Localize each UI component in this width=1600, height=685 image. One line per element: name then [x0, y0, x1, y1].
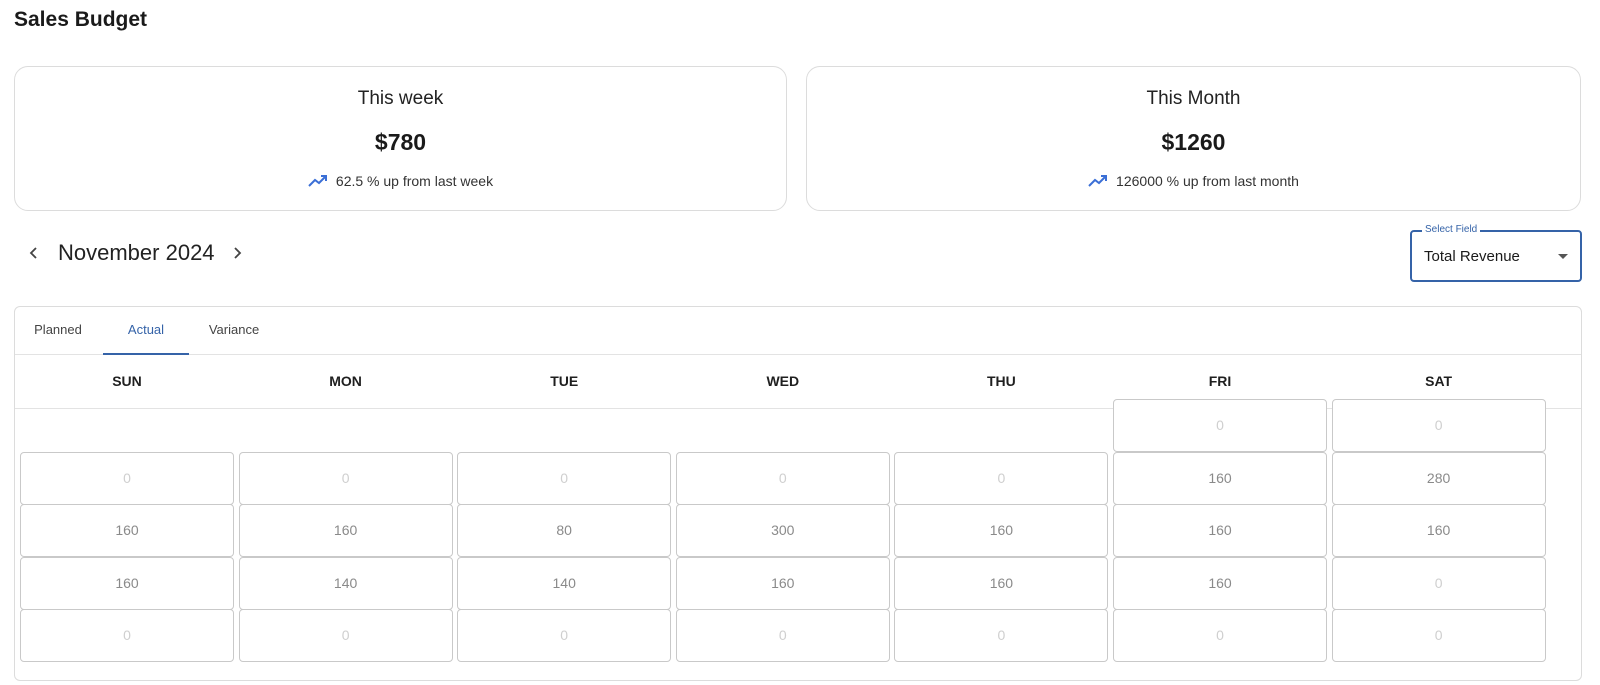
- day-value-cell[interactable]: 0: [1113, 609, 1327, 662]
- day-value-cell[interactable]: 160: [1113, 556, 1327, 610]
- day-header-thu: THU: [987, 373, 1016, 389]
- day-value-cell[interactable]: 0: [238, 609, 453, 662]
- this-month-card: This Month $1260 126000 % up from last m…: [806, 66, 1581, 211]
- select-field-dropdown[interactable]: Select Field Total Revenue: [1410, 224, 1582, 282]
- this-week-label: This week: [357, 88, 444, 109]
- day-value-cell[interactable]: 300: [675, 504, 890, 557]
- day-value-cell[interactable]: 0: [1331, 399, 1546, 452]
- day-header-wed: WED: [766, 373, 800, 389]
- day-header-tue: TUE: [550, 373, 579, 389]
- month-navigator: November 2024: [24, 240, 247, 266]
- day-value-cell[interactable]: 160: [20, 556, 234, 610]
- trending-up-icon: [308, 175, 327, 187]
- day-value-cell[interactable]: 0: [675, 609, 890, 662]
- day-header-sun: SUN: [112, 373, 142, 389]
- caret-down-icon: [1558, 254, 1568, 259]
- select-field-label: Select Field: [1422, 224, 1481, 235]
- day-value-cell[interactable]: 140: [457, 556, 672, 610]
- this-month-trend: 126000 % up from last month: [807, 173, 1580, 189]
- tab-variance[interactable]: Variance: [191, 307, 277, 355]
- day-value-cell[interactable]: 0: [894, 451, 1109, 505]
- day-value-cell[interactable]: 160: [20, 504, 234, 557]
- day-value-cell[interactable]: 0: [20, 609, 234, 662]
- day-value-cell[interactable]: 160: [1113, 504, 1327, 557]
- day-value-cell[interactable]: 160: [1331, 504, 1546, 557]
- trending-up-icon: [1088, 175, 1108, 187]
- this-month-label: This Month: [1146, 88, 1241, 109]
- day-header-mon: MON: [329, 373, 362, 389]
- day-value-cell[interactable]: 0: [20, 451, 234, 505]
- this-month-value: $1260: [1161, 129, 1226, 155]
- calendar-panel: Planned Actual Variance SUN MON TUE WED THU F…: [14, 306, 1582, 681]
- chevron-left-icon[interactable]: [24, 243, 44, 263]
- tab-planned[interactable]: Planned: [21, 307, 95, 355]
- day-value-cell[interactable]: 80: [457, 504, 672, 557]
- day-value-cell[interactable]: 0: [457, 609, 672, 662]
- tab-bar: Planned Actual Variance: [15, 307, 1581, 355]
- day-value-cell[interactable]: 160: [238, 504, 453, 557]
- day-value-cell[interactable]: 280: [1331, 451, 1546, 505]
- page-title: Sales Budget: [14, 8, 148, 31]
- day-value-cell[interactable]: 160: [894, 556, 1109, 610]
- day-value-cell[interactable]: 0: [1113, 399, 1327, 452]
- select-field-value: Total Revenue: [1424, 248, 1520, 265]
- day-value-cell[interactable]: 0: [894, 609, 1109, 662]
- day-value-cell[interactable]: 160: [894, 504, 1109, 557]
- tab-actual[interactable]: Actual: [103, 307, 189, 355]
- month-label: November 2024: [58, 240, 215, 265]
- day-value-cell[interactable]: 140: [238, 556, 453, 610]
- this-week-trend: 62.5 % up from last week: [15, 173, 786, 189]
- this-week-trend-text: 62.5 % up from last week: [335, 173, 494, 189]
- day-value-cell[interactable]: 160: [1113, 451, 1327, 505]
- day-value-cell[interactable]: 0: [1331, 556, 1546, 610]
- day-value-cell[interactable]: 0: [675, 451, 890, 505]
- day-value-cell[interactable]: 0: [238, 451, 453, 505]
- day-value-cell[interactable]: 0: [457, 451, 672, 505]
- chevron-right-icon[interactable]: [227, 243, 247, 263]
- this-week-card: This week $780 62.5 % up from last week: [14, 66, 787, 211]
- day-value-cell[interactable]: 0: [1331, 609, 1546, 662]
- day-value-cell[interactable]: 160: [675, 556, 890, 610]
- this-month-trend-text: 126000 % up from last month: [1116, 173, 1299, 189]
- this-week-value: $780: [374, 129, 427, 155]
